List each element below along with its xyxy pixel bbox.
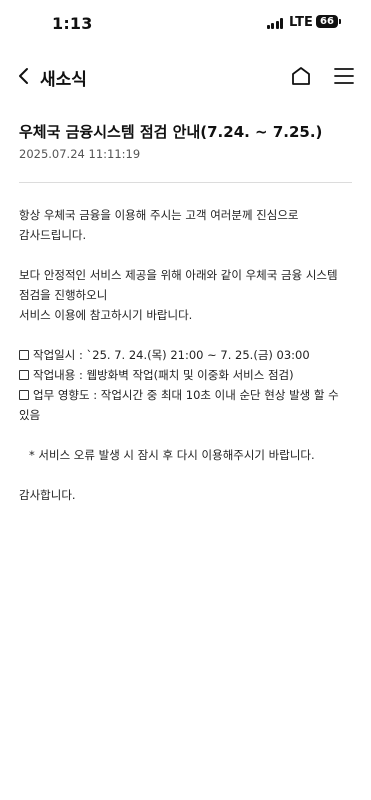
body-line-2: 점검을 진행하오니: [19, 288, 108, 302]
status-bar: 1:13 LTE 66: [0, 0, 371, 46]
body-line-3: 서비스 이용에 참고하시기 바랍니다.: [19, 308, 193, 322]
checkbox-icon: [19, 370, 29, 380]
article-title: 우체국 금융시스템 점검 안내(7.24. ~ 7.25.): [19, 123, 323, 141]
back-button[interactable]: [10, 62, 38, 90]
article-body: 항상 우체국 금융을 이용해 주시는 고객 여러분께 진심으로 감사드립니다. …: [19, 205, 354, 505]
checkbox-icon: [19, 350, 29, 360]
status-time: 1:13: [52, 14, 93, 33]
nav-bar: 새소식: [0, 52, 371, 100]
signal-icon: [267, 18, 283, 29]
chevron-left-icon: [19, 68, 28, 84]
list-item-impact: 업무 영향도 : 작업시간 중 최대 10초 이내 순단 현상 발생 할 수: [19, 385, 354, 405]
intro-line-1: 항상 우체국 금융을 이용해 주시는 고객 여러분께 진심으로: [19, 208, 299, 222]
page-title: 새소식: [40, 70, 87, 90]
list-item-impact-cont: 있음: [19, 408, 41, 422]
menu-button[interactable]: [330, 62, 358, 90]
battery-icon: 66: [316, 15, 338, 28]
item-schedule-text: 작업일시 : `25. 7. 24.(목) 21:00 ~ 7. 25.(금) …: [33, 348, 310, 362]
divider: [19, 182, 352, 183]
hamburger-icon: [334, 68, 354, 84]
note-text: * 서비스 오류 발생 시 잠시 후 다시 이용해주시기 바랍니다.: [29, 448, 315, 462]
home-button[interactable]: [287, 62, 315, 90]
network-label: LTE: [289, 15, 313, 30]
intro-line-2: 감사드립니다.: [19, 228, 87, 242]
body-line-1: 보다 안정적인 서비스 제공을 위해 아래와 같이 우체국 금융 시스템: [19, 268, 338, 282]
battery-tip: [339, 19, 341, 24]
article-date: 2025.07.24 11:11:19: [19, 147, 141, 161]
item-work-text: 작업내용 : 웹방화벽 작업(패치 및 이중화 서비스 점검): [33, 368, 294, 382]
list-item-schedule: 작업일시 : `25. 7. 24.(목) 21:00 ~ 7. 25.(금) …: [19, 345, 354, 365]
home-icon: [292, 67, 310, 85]
list-item-work: 작업내용 : 웹방화벽 작업(패치 및 이중화 서비스 점검): [19, 365, 354, 385]
closing-text: 감사합니다.: [19, 488, 76, 502]
item-impact-text: 업무 영향도 : 작업시간 중 최대 10초 이내 순단 현상 발생 할 수: [33, 388, 339, 402]
checkbox-icon: [19, 390, 29, 400]
